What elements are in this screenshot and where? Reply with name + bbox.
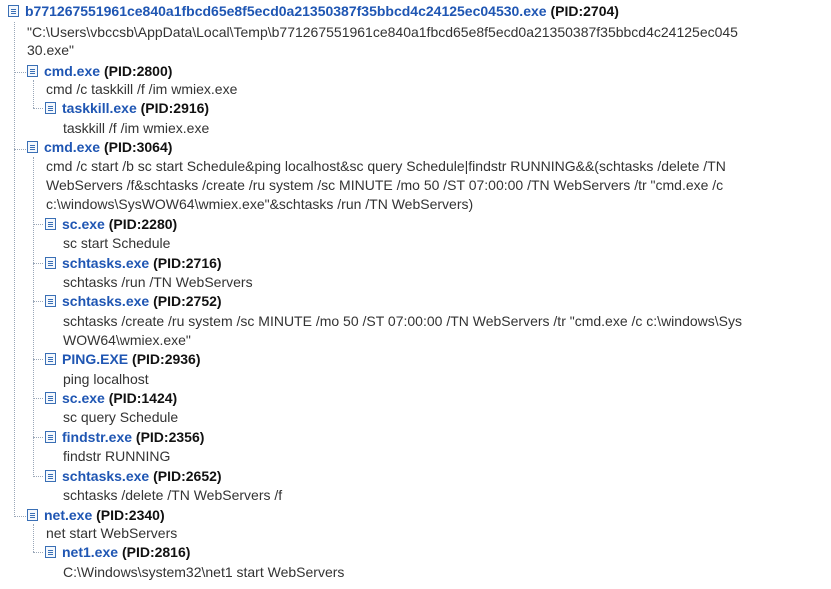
process-pid: (PID:2356) [135,429,205,445]
process-pid: (PID:3064) [103,139,173,155]
tree-connector [33,157,34,477]
command-line: c:\windows\SysWOW64\wmiex.exe"&schtasks … [46,196,474,212]
command-line: WebServers /f&schtasks /create /ru syste… [46,177,724,193]
tree-connector [33,437,43,438]
process-pid: (PID:2752) [153,293,222,309]
process-icon [45,431,56,443]
command-line: taskkill /f /im wmiex.exe [63,120,210,136]
command-line: "C:\Users\vbccsb\AppData\Local\Temp\b771… [27,24,738,40]
command-line: cmd /c start /b sc start Schedule&ping l… [46,158,726,174]
process-pid: (PID:2816) [121,544,191,560]
process-name[interactable]: net1.exe [62,544,118,560]
process-icon [45,257,56,269]
tree-connector [33,552,43,553]
process-name[interactable]: cmd.exe [44,63,100,79]
command-line: findstr RUNNING [63,448,171,464]
process-icon [27,65,38,77]
tree-connector [33,263,43,264]
process-pid: (PID:2936) [132,351,201,367]
tree-connector [33,301,43,302]
process-name[interactable]: b771267551961ce840a1fbcd65e8f5ecd0a21350… [25,3,547,19]
process-name[interactable]: findstr.exe [62,429,132,445]
process-icon [45,218,56,230]
tree-connector [14,72,26,73]
process-icon [45,102,56,114]
process-pid: (PID:1424) [108,390,178,406]
tree-connector [33,108,43,109]
process-name[interactable]: sc.exe [62,216,105,232]
command-line: schtasks /create /ru system /sc MINUTE /… [63,313,742,329]
process-name[interactable]: taskkill.exe [62,100,137,116]
process-pid: (PID:2652) [153,468,222,484]
tree-connector [14,516,26,517]
command-line: net start WebServers [46,525,178,541]
process-name[interactable]: sc.exe [62,390,105,406]
command-line: C:\Windows\system32\net1 start WebServer… [63,564,345,580]
process-icon [45,470,56,482]
command-line: sc query Schedule [63,409,179,425]
process-name[interactable]: net.exe [44,507,92,523]
process-icon [8,5,19,17]
tree-connector [33,80,34,108]
command-line: cmd /c taskkill /f /im wmiex.exe [46,81,238,97]
command-line: WOW64\wmiex.exe" [63,332,191,348]
tree-connector [33,524,34,552]
command-line: schtasks /delete /TN WebServers /f [63,487,283,503]
tree-connector [33,398,43,399]
process-name[interactable]: schtasks.exe [62,468,149,484]
process-icon [27,141,38,153]
process-pid: (PID:2716) [153,255,222,271]
process-icon [45,353,56,365]
tree-connector [33,359,43,360]
process-tree: b771267551961ce840a1fbcd65e8f5ecd0a21350… [0,0,831,589]
process-pid: (PID:2916) [140,100,210,116]
process-icon [45,295,56,307]
process-name[interactable]: cmd.exe [44,139,100,155]
process-name[interactable]: schtasks.exe [62,255,149,271]
command-line: sc start Schedule [63,235,171,251]
process-pid: (PID:2280) [108,216,178,232]
process-icon [45,392,56,404]
tree-connector [14,22,15,517]
command-line: schtasks /run /TN WebServers [63,274,253,290]
tree-connector [33,224,43,225]
process-icon [45,546,56,558]
process-name[interactable]: PING.EXE [62,351,128,367]
process-icon [27,509,38,521]
command-line: 30.exe" [27,42,75,58]
process-pid: (PID:2340) [96,507,165,523]
process-pid: (PID:2800) [103,63,173,79]
tree-connector [14,149,26,150]
command-line: ping localhost [63,371,149,387]
process-pid: (PID:2704) [550,3,619,19]
process-name[interactable]: schtasks.exe [62,293,149,309]
tree-connector [33,476,43,477]
